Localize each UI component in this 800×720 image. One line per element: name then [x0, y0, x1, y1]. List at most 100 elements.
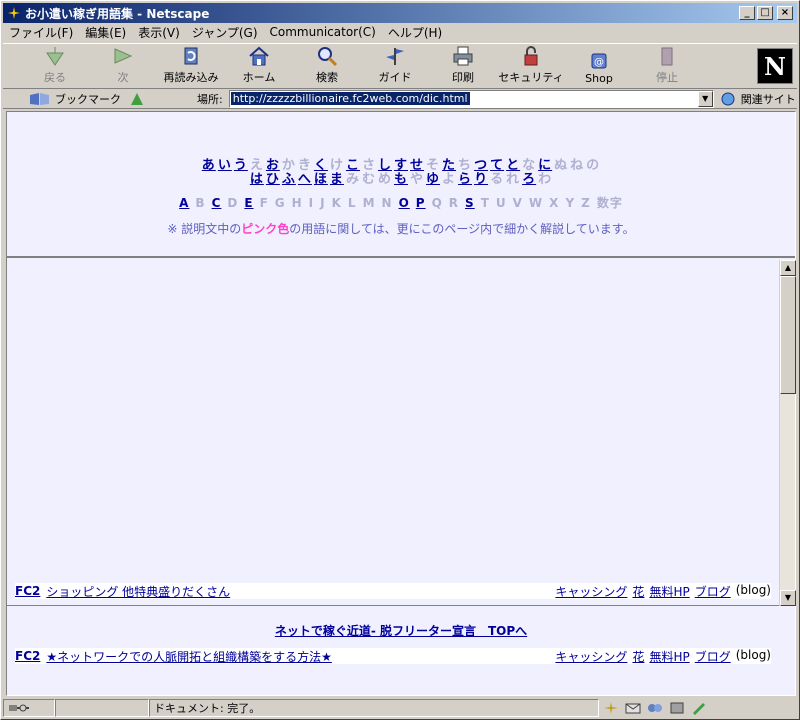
- ad-link-blog[interactable]: ブログ: [695, 583, 731, 600]
- vertical-scrollbar[interactable]: ▲ ▼: [779, 260, 796, 606]
- index-link[interactable]: ら: [458, 172, 472, 187]
- index-char: 数字: [596, 196, 623, 210]
- index-char: I: [308, 196, 315, 210]
- shop-button[interactable]: @ Shop: [565, 44, 633, 88]
- reload-button[interactable]: 再読み込み: [157, 44, 225, 88]
- index-frame: あいうえおかきくけこさしすせそたちつてとなにぬねの はひふへほまみむめもやゆよら…: [7, 112, 795, 258]
- scroll-up-button[interactable]: ▲: [780, 260, 796, 276]
- index-link[interactable]: O: [399, 196, 410, 210]
- index-char: れ: [506, 172, 521, 187]
- progress-bar: [55, 699, 149, 717]
- shop-bag-icon: @: [591, 53, 607, 69]
- index-char: み: [345, 172, 360, 187]
- top-page-link[interactable]: ネットで稼ぐ近道- 脱フリーター宣言 TOPへ: [7, 622, 795, 639]
- guide-button[interactable]: ガイド: [361, 44, 429, 88]
- index-char: W: [528, 196, 544, 210]
- newsgroups-icon[interactable]: [647, 701, 663, 715]
- index-link[interactable]: S: [465, 196, 475, 210]
- home-button[interactable]: ホーム: [225, 44, 293, 88]
- index-link[interactable]: へ: [298, 172, 312, 187]
- index-link[interactable]: P: [416, 196, 426, 210]
- index-link[interactable]: ま: [330, 172, 344, 187]
- printer-icon: [453, 46, 473, 66]
- title-bar: お小遣い稼ぎ用語集 - Netscape _ □ ×: [3, 3, 797, 23]
- menu-view[interactable]: 表示(V): [138, 24, 180, 41]
- page-proxy-icon[interactable]: [129, 91, 145, 107]
- minimize-button[interactable]: _: [739, 6, 755, 20]
- ad-link-cashing[interactable]: キャッシング: [555, 648, 627, 665]
- menu-edit[interactable]: 編集(E): [85, 24, 126, 41]
- menu-go[interactable]: ジャンプ(G): [192, 24, 258, 41]
- forward-button[interactable]: 次: [89, 44, 157, 88]
- related-sites-icon: [721, 92, 735, 105]
- page-content: あいうえおかきくけこさしすせそたちつてとなにぬねの はひふへほまみむめもやゆよら…: [6, 111, 796, 696]
- related-sites-button[interactable]: 関連サイト: [720, 91, 796, 107]
- browser-window: お小遣い稼ぎ用語集 - Netscape _ □ × ファイル(F) 編集(E)…: [0, 0, 800, 720]
- index-char: V: [512, 196, 523, 210]
- reload-icon: [184, 47, 198, 65]
- ad-link-blog[interactable]: ブログ: [695, 648, 731, 665]
- menu-help[interactable]: ヘルプ(H): [388, 24, 442, 41]
- index-link[interactable]: A: [179, 196, 189, 210]
- index-link[interactable]: ひ: [266, 172, 280, 187]
- index-link[interactable]: E: [244, 196, 253, 210]
- index-char: Z: [581, 196, 591, 210]
- search-button[interactable]: 検索: [293, 44, 361, 88]
- menu-file[interactable]: ファイル(F): [9, 24, 73, 41]
- ad-link-free-hp[interactable]: 無料HP: [649, 583, 689, 600]
- index-link[interactable]: ふ: [282, 172, 296, 187]
- kana-index-row-2: はひふへほまみむめもやゆよらりるれろわ: [7, 168, 795, 187]
- index-link[interactable]: C: [212, 196, 222, 210]
- composer-icon[interactable]: [691, 701, 707, 715]
- index-link[interactable]: ろ: [522, 172, 536, 187]
- fc2-link[interactable]: FC2: [15, 584, 40, 598]
- index-link[interactable]: は: [250, 172, 264, 187]
- print-button[interactable]: 印刷: [429, 44, 497, 88]
- navigator-icon[interactable]: [603, 701, 619, 715]
- ad-main-link[interactable]: ★ネットワークでの人脈開拓と組織構築をする方法★: [46, 648, 332, 665]
- scroll-down-button[interactable]: ▼: [780, 590, 796, 606]
- menu-communicator[interactable]: Communicator(C): [270, 25, 376, 39]
- index-link[interactable]: ゆ: [426, 172, 440, 187]
- security-button[interactable]: セキュリティ: [497, 44, 565, 88]
- close-button[interactable]: ×: [777, 6, 793, 20]
- index-char: N: [381, 196, 393, 210]
- url-text: http://zzzzzbillionaire.fc2web.com/dic.h…: [230, 92, 470, 105]
- index-char: B: [195, 196, 206, 210]
- fc2-link[interactable]: FC2: [15, 649, 40, 663]
- ad-main-link[interactable]: ショッピング 他特典盛りだくさん: [46, 583, 230, 600]
- mail-icon[interactable]: [625, 701, 641, 715]
- url-input[interactable]: http://zzzzzbillionaire.fc2web.com/dic.h…: [228, 89, 714, 108]
- ad-link-cashing[interactable]: キャッシング: [555, 583, 627, 600]
- security-status-icon[interactable]: [8, 702, 30, 714]
- index-link[interactable]: り: [474, 172, 488, 187]
- navigation-toolbar: 戻る 次 再読み込み ホーム 検索 ガイド 印刷 セキュリティ @ Shop 停…: [3, 43, 797, 89]
- scrollbar-thumb[interactable]: [780, 276, 796, 394]
- index-char: め: [377, 172, 392, 187]
- search-icon: [318, 47, 338, 67]
- ad-link-flower[interactable]: 花: [632, 648, 644, 665]
- address-book-icon[interactable]: [669, 701, 685, 715]
- index-char: K: [331, 196, 342, 210]
- back-button[interactable]: 戻る: [21, 44, 89, 88]
- index-link[interactable]: も: [394, 172, 408, 187]
- maximize-button[interactable]: □: [757, 6, 773, 20]
- stop-icon: [661, 47, 673, 66]
- index-char: や: [410, 172, 425, 187]
- stop-button[interactable]: 停止: [633, 44, 701, 88]
- index-char: T: [480, 196, 490, 210]
- menu-bar: ファイル(F) 編集(E) 表示(V) ジャンプ(G) Communicator…: [3, 23, 797, 41]
- bookmarks-button[interactable]: ブックマーク: [29, 91, 129, 107]
- guide-icon: [386, 48, 404, 65]
- pink-term-note: ※ 説明文中のピンク色の用語に関しては、更にこのページ内で細かく解説しています。: [167, 222, 635, 236]
- ad-link-free-hp[interactable]: 無料HP: [649, 648, 689, 665]
- index-char: U: [495, 196, 507, 210]
- url-dropdown-button[interactable]: ▼: [697, 90, 713, 107]
- lock-icon: [524, 46, 538, 66]
- ad-blog-paren: (blog): [735, 647, 771, 662]
- fc2-ad-bar: FC2 ショッピング 他特典盛りだくさん キャッシング 花 無料HP ブログ (…: [15, 583, 771, 599]
- location-bar: ブックマーク 場所: http://zzzzzbillionaire.fc2we…: [3, 89, 797, 109]
- index-char: D: [227, 196, 239, 210]
- ad-link-flower[interactable]: 花: [632, 583, 644, 600]
- index-link[interactable]: ほ: [314, 172, 328, 187]
